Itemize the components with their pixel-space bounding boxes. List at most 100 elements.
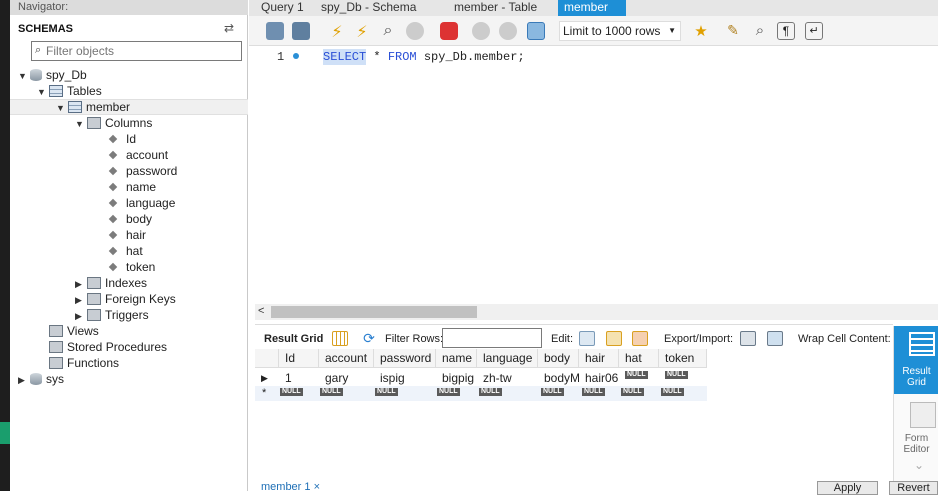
- result-grid-button[interactable]: Result Grid: [894, 326, 938, 394]
- folder-icon: [87, 293, 101, 305]
- chevron-right-icon[interactable]: ▶: [75, 308, 87, 324]
- chevron-down-icon[interactable]: ▼: [37, 84, 49, 100]
- null-badge: NULL: [661, 388, 684, 396]
- null-badge: NULL: [582, 388, 605, 396]
- tree-column[interactable]: hair: [106, 227, 146, 243]
- triggers-label: Triggers: [105, 308, 149, 322]
- save-icon[interactable]: [292, 22, 310, 40]
- tree-column[interactable]: body: [106, 211, 152, 227]
- column-header[interactable]: password: [374, 349, 436, 368]
- editor-tabs: Query 1 spy_Db - Schema member - Table m…: [249, 0, 938, 29]
- rollback-icon[interactable]: [499, 22, 517, 40]
- edit-row-icon[interactable]: [579, 331, 595, 346]
- apply-button[interactable]: Apply: [817, 481, 878, 495]
- limit-rows-select[interactable]: Limit to 1000 rows ▼: [559, 21, 681, 41]
- tree-views[interactable]: Views: [49, 323, 99, 339]
- result-tab-label: member 1: [261, 481, 311, 493]
- column-diamond-icon: [108, 246, 118, 256]
- tree-table-member[interactable]: ▼ member: [56, 99, 130, 115]
- invisible-chars-icon[interactable]: ¶: [777, 22, 795, 40]
- revert-button[interactable]: Revert: [889, 481, 938, 495]
- new-row[interactable]: * NULL NULL NULL NULL NULL NULL NULL NUL…: [255, 386, 707, 401]
- tree-column[interactable]: Id: [106, 131, 136, 147]
- stop-icon[interactable]: [406, 22, 424, 40]
- table-icon: [68, 101, 82, 113]
- autocommit-icon[interactable]: [527, 22, 545, 40]
- tree-columns[interactable]: ▼ Columns: [75, 115, 152, 131]
- column-header[interactable]: language: [477, 349, 538, 368]
- bottom-bar: member 1 × Apply Revert: [255, 478, 938, 495]
- delete-row-icon[interactable]: [632, 331, 648, 346]
- beautify-icon[interactable]: ✎: [724, 22, 742, 40]
- horizontal-scrollbar[interactable]: <: [255, 304, 938, 320]
- execute-icon[interactable]: ⚡: [328, 22, 346, 41]
- column-header[interactable]: body: [538, 349, 579, 368]
- tree-schema-sys[interactable]: ▶ sys: [18, 371, 64, 387]
- tree-column[interactable]: password: [106, 163, 177, 179]
- tab-member[interactable]: member ×: [558, 0, 626, 29]
- sql-editor[interactable]: 1 SELECT * FROM spy_Db.member;: [249, 46, 938, 302]
- column-header[interactable]: name: [436, 349, 477, 368]
- tree-column[interactable]: hat: [106, 243, 143, 259]
- column-header[interactable]: token: [659, 349, 707, 368]
- grid-icon[interactable]: [332, 331, 348, 346]
- navigator-title: Navigator:: [10, 0, 248, 15]
- explain-icon[interactable]: ⌕: [379, 22, 397, 40]
- toggle-continue-icon[interactable]: [440, 22, 458, 40]
- tree-foreign-keys[interactable]: ▶ Foreign Keys: [75, 291, 176, 307]
- tree-stored-procedures[interactable]: Stored Procedures: [49, 339, 167, 355]
- chevron-right-icon[interactable]: ▶: [18, 372, 30, 388]
- filter-rows-input[interactable]: [442, 328, 542, 348]
- refresh-icon[interactable]: ⟳: [361, 331, 377, 346]
- chevron-down-icon[interactable]: ▼: [75, 116, 87, 132]
- chevron-right-icon[interactable]: ▶: [75, 292, 87, 308]
- chevron-down-icon[interactable]: ⌄: [914, 458, 924, 472]
- tree-triggers[interactable]: ▶ Triggers: [75, 307, 149, 323]
- wrap-lines-icon[interactable]: ↵: [805, 22, 823, 40]
- scrollbar-thumb[interactable]: [271, 306, 477, 318]
- import-icon[interactable]: [767, 331, 783, 346]
- tab-schema[interactable]: spy_Db - Schema: [321, 0, 416, 16]
- tab-query-1[interactable]: Query 1: [261, 0, 304, 16]
- export-icon[interactable]: [740, 331, 756, 346]
- tab-member-table[interactable]: member - Table: [454, 0, 537, 16]
- form-editor-button[interactable]: Form Editor: [894, 398, 938, 458]
- chevron-down-icon[interactable]: ▼: [18, 68, 30, 84]
- folder-icon: [87, 277, 101, 289]
- close-icon[interactable]: ×: [314, 481, 320, 493]
- keyword-select: SELECT: [323, 49, 367, 65]
- add-snippet-icon[interactable]: ★: [692, 22, 710, 40]
- tree-column[interactable]: name: [106, 179, 156, 195]
- tree-tables[interactable]: ▼ Tables: [37, 83, 102, 99]
- sql-code[interactable]: SELECT * FROM spy_Db.member;: [323, 48, 525, 66]
- find-icon[interactable]: ⌕: [751, 22, 769, 40]
- column-header[interactable]: account: [319, 349, 374, 368]
- chevron-down-icon[interactable]: ▼: [56, 100, 68, 116]
- column-label: token: [126, 260, 156, 274]
- filter-objects-input[interactable]: [46, 43, 236, 59]
- tree-column[interactable]: language: [106, 195, 175, 211]
- result-grid[interactable]: Id account password name language body h…: [255, 349, 707, 401]
- result-tab-member-1[interactable]: member 1 ×: [261, 481, 320, 493]
- refresh-icon[interactable]: ⇄: [224, 21, 234, 35]
- tree-functions[interactable]: Functions: [49, 355, 119, 371]
- columns-folder-icon: [87, 117, 101, 129]
- tree-schema-spy-db[interactable]: ▼ spy_Db: [18, 67, 87, 83]
- scroll-left-icon[interactable]: <: [258, 305, 264, 317]
- query-toolbar: ⚡ ⚡ ⌕ Limit to 1000 rows ▼ ★ ✎ ⌕ ¶ ↵: [249, 16, 938, 46]
- filter-objects-field[interactable]: ⌕: [31, 41, 242, 61]
- execute-current-icon[interactable]: ⚡: [353, 22, 371, 41]
- tree-column[interactable]: token: [106, 259, 155, 275]
- code-table-ref: spy_Db.member;: [416, 50, 525, 64]
- tree-column[interactable]: account: [106, 147, 168, 163]
- column-label: hair: [126, 228, 147, 242]
- column-header[interactable]: Id: [279, 349, 319, 368]
- chevron-right-icon[interactable]: ▶: [75, 276, 87, 292]
- add-row-icon[interactable]: [606, 331, 622, 346]
- column-header[interactable]: hat: [619, 349, 659, 368]
- column-header[interactable]: hair: [579, 349, 619, 368]
- tree-indexes[interactable]: ▶ Indexes: [75, 275, 147, 291]
- open-file-icon[interactable]: [266, 22, 284, 40]
- commit-icon[interactable]: [472, 22, 490, 40]
- form-editor-label: Editor: [903, 444, 930, 455]
